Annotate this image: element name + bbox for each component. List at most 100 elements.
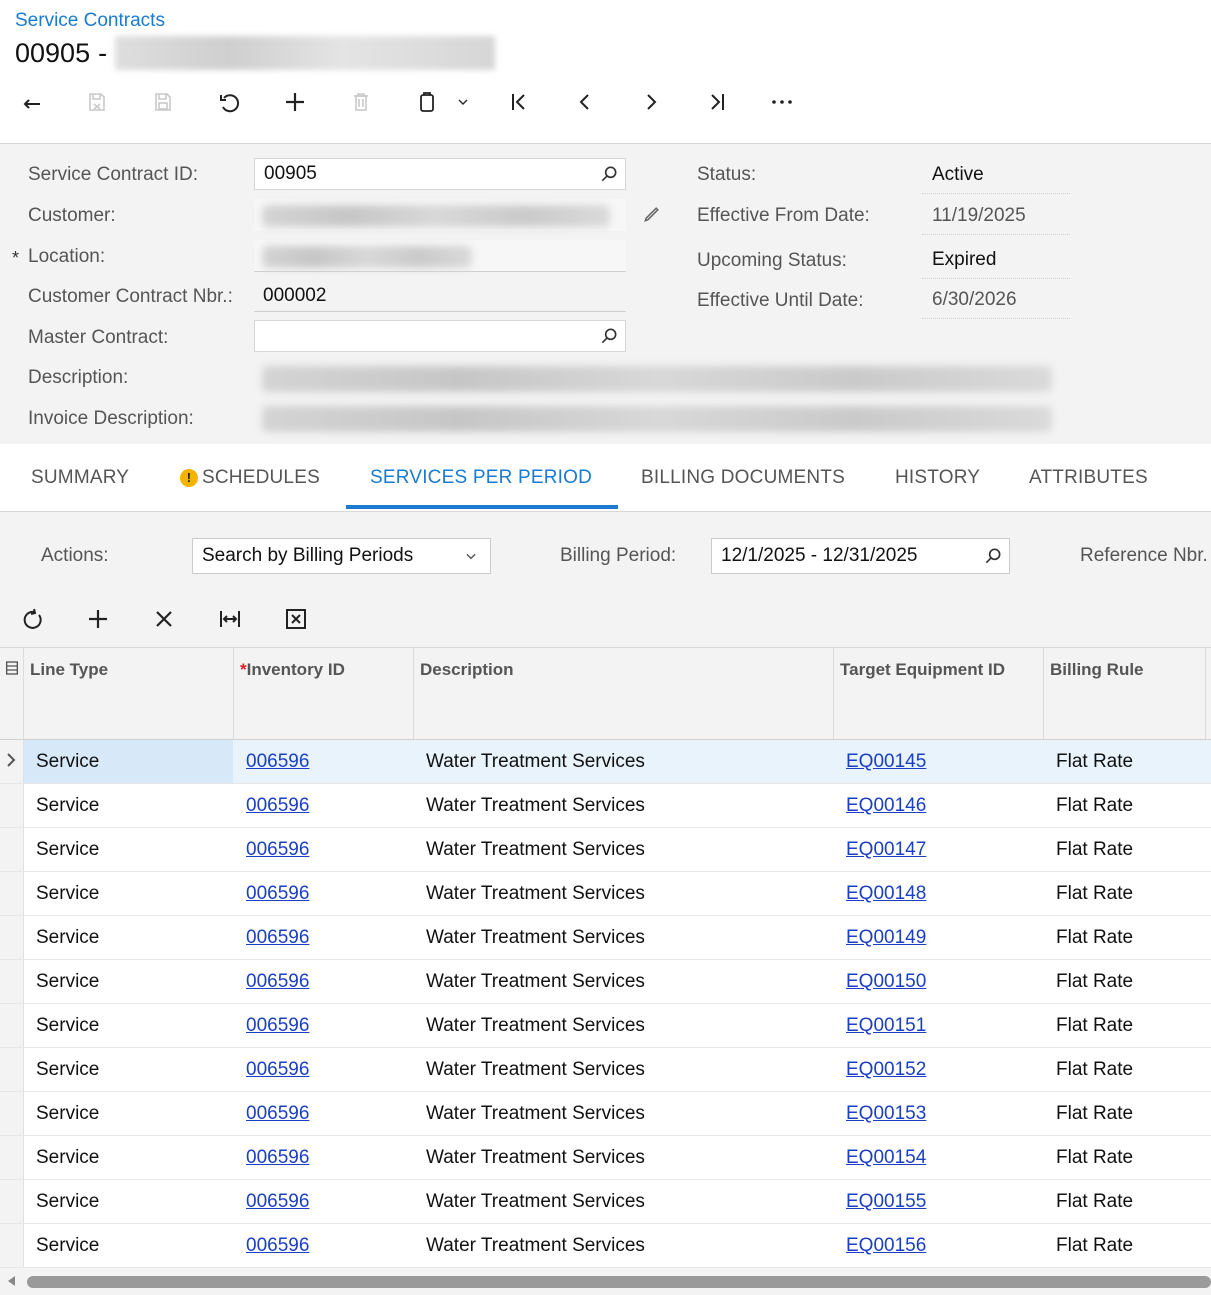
table-row[interactable]: Service 006596 Water Treatment Services EQ0… [0,1180,1211,1224]
line-type-cell[interactable]: Service [36,1015,99,1037]
line-type-cell[interactable]: Service [36,883,99,905]
inventory-id-link[interactable]: 006596 [246,1103,309,1125]
row-selector[interactable] [0,784,24,827]
line-type-cell[interactable]: Service [36,795,99,817]
line-type-cell[interactable]: Service [36,927,99,949]
description-cell[interactable]: Water Treatment Services [426,1059,645,1081]
description-cell[interactable]: Water Treatment Services [426,971,645,993]
row-selector[interactable] [0,1048,24,1091]
tab-attributes[interactable]: ATTRIBUTES [1029,467,1148,489]
inventory-id-link[interactable]: 006596 [246,1015,309,1037]
customer-contract-nbr-field[interactable]: 000002 [254,280,626,312]
scrollbar-thumb[interactable] [27,1276,1211,1288]
billing-rule-cell[interactable]: Flat Rate [1056,883,1133,905]
equipment-id-link[interactable]: EQ00149 [846,927,926,949]
column-settings-icon[interactable] [4,660,20,676]
equipment-id-link[interactable]: EQ00155 [846,1191,926,1213]
row-selector[interactable] [0,916,24,959]
table-row[interactable]: Service 006596 Water Treatment Services EQ0… [0,1048,1211,1092]
tab-services-per-period[interactable]: SERVICES PER PERIOD [370,467,592,489]
billing-rule-cell[interactable]: Flat Rate [1056,1191,1133,1213]
delete-icon[interactable] [344,88,378,116]
table-row[interactable]: Service 006596 Water Treatment Services EQ0… [0,872,1211,916]
previous-record-icon[interactable] [568,88,602,116]
column-header-line-type[interactable]: Line Type [30,658,108,682]
undo-icon[interactable] [212,88,246,116]
edit-pencil-icon[interactable] [642,204,662,224]
row-selector[interactable] [0,1224,24,1267]
description-cell[interactable]: Water Treatment Services [426,1147,645,1169]
export-excel-icon[interactable] [281,604,311,634]
tab-schedules[interactable]: ! SCHEDULES [180,467,320,489]
scroll-left-icon[interactable] [8,1276,15,1286]
line-type-cell[interactable]: Service [36,971,99,993]
table-row[interactable]: Service 006596 Water Treatment Services EQ0… [0,1224,1211,1268]
copy-paste-icon[interactable] [410,88,444,116]
search-icon[interactable] [599,164,619,184]
service-contract-id-field[interactable]: 00905 [254,158,626,190]
row-selector[interactable] [0,960,24,1003]
breadcrumb[interactable]: Service Contracts [15,10,165,32]
inventory-id-link[interactable]: 006596 [246,971,309,993]
column-header-billing-rule[interactable]: Billing Rule [1050,658,1144,682]
last-record-icon[interactable] [700,88,734,116]
equipment-id-link[interactable]: EQ00147 [846,839,926,861]
table-row[interactable]: Service 006596 Water Treatment Services EQ0… [0,784,1211,828]
description-cell[interactable]: Water Treatment Services [426,1015,645,1037]
first-record-icon[interactable] [502,88,536,116]
inventory-id-link[interactable]: 006596 [246,1147,309,1169]
line-type-cell[interactable]: Service [36,1191,99,1213]
billing-rule-cell[interactable]: Flat Rate [1056,1147,1133,1169]
line-type-cell[interactable]: Service [36,1103,99,1125]
billing-rule-cell[interactable]: Flat Rate [1056,839,1133,861]
inventory-id-link[interactable]: 006596 [246,1235,309,1257]
equipment-id-link[interactable]: EQ00151 [846,1015,926,1037]
line-type-cell[interactable]: Service [36,1059,99,1081]
billing-rule-cell[interactable]: Flat Rate [1056,1235,1133,1257]
table-row[interactable]: Service 006596 Water Treatment Services EQ0… [0,1004,1211,1048]
description-cell[interactable]: Water Treatment Services [426,883,645,905]
equipment-id-link[interactable]: EQ00153 [846,1103,926,1125]
description-cell[interactable]: Water Treatment Services [426,1191,645,1213]
inventory-id-link[interactable]: 006596 [246,1191,309,1213]
billing-rule-cell[interactable]: Flat Rate [1056,971,1133,993]
equipment-id-link[interactable]: EQ00152 [846,1059,926,1081]
billing-rule-cell[interactable]: Flat Rate [1056,927,1133,949]
billing-period-field[interactable]: 12/1/2025 - 12/31/2025 [711,538,1010,574]
fit-columns-icon[interactable] [215,604,245,634]
billing-rule-cell[interactable]: Flat Rate [1056,1059,1133,1081]
table-row[interactable]: Service 006596 Water Treatment Services EQ0… [0,960,1211,1004]
back-icon[interactable] [15,88,49,116]
refresh-icon[interactable] [18,604,48,634]
description-cell[interactable]: Water Treatment Services [426,795,645,817]
equipment-id-link[interactable]: EQ00154 [846,1147,926,1169]
inventory-id-link[interactable]: 006596 [246,751,309,773]
table-row[interactable]: Service 006596 Water Treatment Services EQ0… [0,1092,1211,1136]
billing-rule-cell[interactable]: Flat Rate [1056,795,1133,817]
search-icon[interactable] [983,546,1003,566]
tab-history[interactable]: HISTORY [895,467,980,489]
next-record-icon[interactable] [634,88,668,116]
column-header-description[interactable]: Description [420,658,514,682]
description-cell[interactable]: Water Treatment Services [426,751,645,773]
row-selector[interactable] [0,1004,24,1047]
master-contract-field[interactable] [254,320,626,352]
table-row[interactable]: Service 006596 Water Treatment Services EQ0… [0,1136,1211,1180]
add-row-icon[interactable] [83,604,113,634]
discard-save-icon[interactable] [80,88,114,116]
line-type-cell[interactable]: Service [36,751,99,773]
table-row[interactable]: Service 006596 Water Treatment Services EQ0… [0,740,1211,784]
equipment-id-link[interactable]: EQ00148 [846,883,926,905]
actions-select[interactable]: Search by Billing Periods [192,538,491,574]
description-cell[interactable]: Water Treatment Services [426,839,645,861]
line-type-cell[interactable]: Service [36,839,99,861]
inventory-id-link[interactable]: 006596 [246,1059,309,1081]
row-selector[interactable] [0,740,24,783]
billing-rule-cell[interactable]: Flat Rate [1056,751,1133,773]
table-row[interactable]: Service 006596 Water Treatment Services EQ0… [0,828,1211,872]
line-type-cell[interactable]: Service [36,1147,99,1169]
row-selector[interactable] [0,828,24,871]
billing-rule-cell[interactable]: Flat Rate [1056,1015,1133,1037]
inventory-id-link[interactable]: 006596 [246,795,309,817]
tab-billing-documents[interactable]: BILLING DOCUMENTS [641,467,845,489]
